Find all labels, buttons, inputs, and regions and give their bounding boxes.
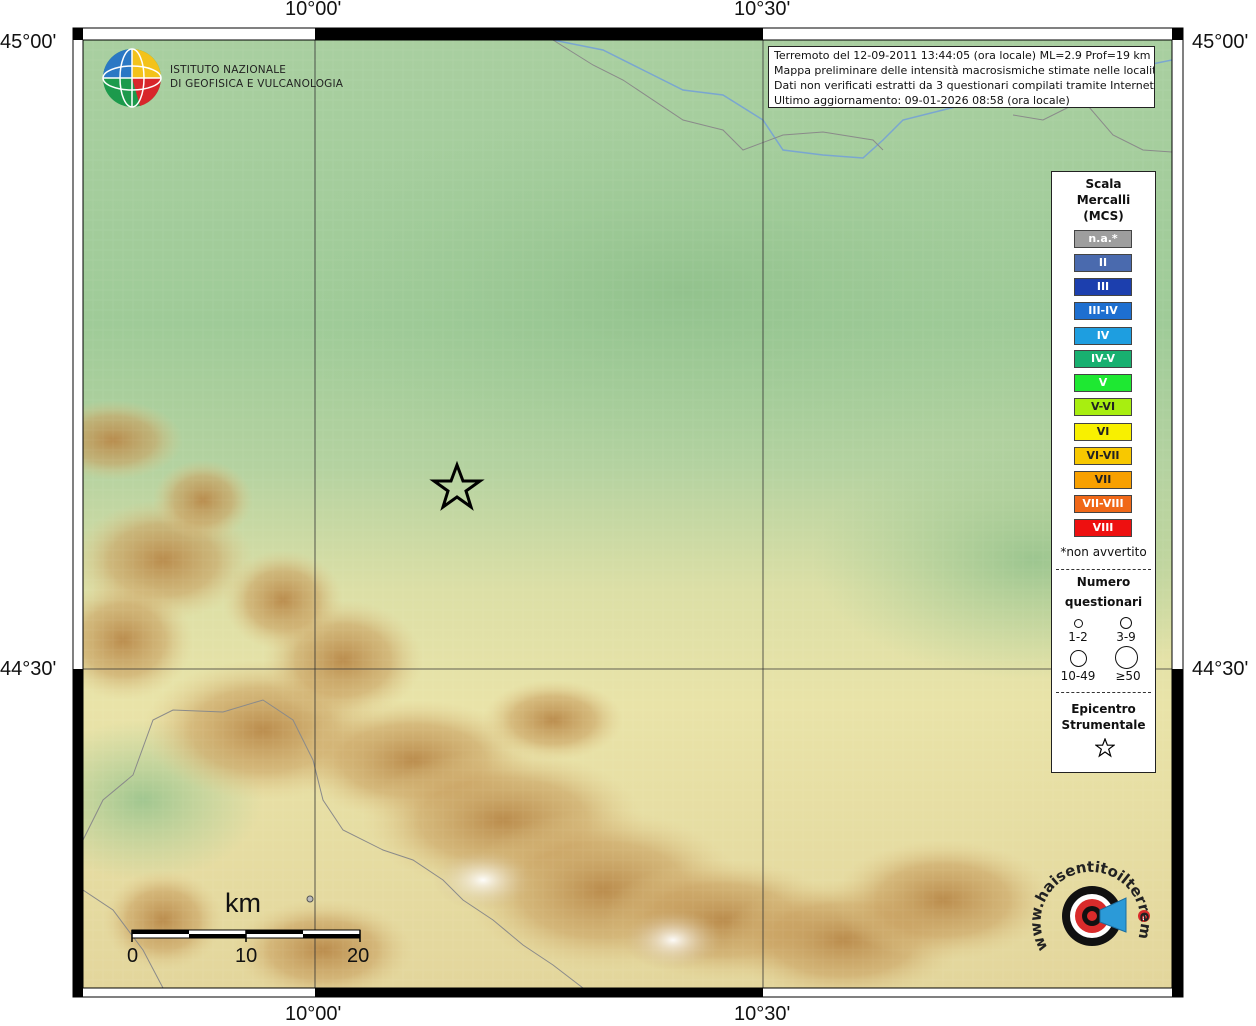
intensity-swatch-v: V <box>1074 374 1132 392</box>
count-label-50-plus: ≥50 <box>1115 669 1141 683</box>
legend-separator-2 <box>1056 692 1151 693</box>
map-canvas[interactable] <box>83 40 1172 988</box>
count-label-1-2: 1-2 <box>1068 630 1088 644</box>
lon-label-bottom-left: 10°00' <box>285 1003 342 1025</box>
lon-label-bottom-right: 10°30' <box>734 1003 791 1025</box>
intensity-swatch-viii: VIII <box>1074 519 1132 537</box>
info-line-description: Mappa preliminare delle intensità macros… <box>774 64 1154 77</box>
scalebar-unit: km <box>225 888 261 918</box>
intensity-swatch-na: n.a.* <box>1074 230 1132 248</box>
count-circle-xlarge <box>1115 646 1138 669</box>
target-megaphone-logo-icon: ? www.haisentitoilterremoto.it <box>1025 844 1155 954</box>
legend-scale-title-1: Scala <box>1085 177 1122 191</box>
count-circle-small <box>1074 619 1083 628</box>
intensity-swatch-iv-v: IV-V <box>1074 350 1132 368</box>
intensity-swatch-ii: II <box>1074 254 1132 272</box>
intensity-swatch-vi-vii: VI-VII <box>1074 447 1132 465</box>
legend-scale-title-2: Mercalli <box>1076 193 1131 207</box>
terrain-map <box>83 40 1172 988</box>
lon-label-top-left: 10°00' <box>285 0 342 20</box>
event-info-box: Terremoto del 12-09-2011 13:44:05 (ora l… <box>768 46 1155 108</box>
ingv-globe-logo-icon <box>102 48 162 108</box>
legend-scale-title-3: (MCS) <box>1083 209 1124 223</box>
logo-text-line2: DI GEOFISICA E VULCANOLOGIA <box>170 78 344 90</box>
lat-label-left-top: 45°00' <box>0 31 57 53</box>
info-line-event: Terremoto del 12-09-2011 13:44:05 (ora l… <box>774 49 1151 62</box>
count-circle-medium <box>1120 617 1132 629</box>
intensity-swatch-vi: VI <box>1074 423 1132 441</box>
legend-note-not-felt: *non avvertito <box>1060 545 1147 559</box>
scalebar-tick-0: 0 <box>127 945 139 967</box>
lat-label-left-mid: 44°30' <box>0 658 57 680</box>
legend-separator <box>1056 569 1151 570</box>
legend-epicenter-title-1: Epicentro <box>1071 702 1136 716</box>
scalebar <box>131 929 361 942</box>
count-label-3-9: 3-9 <box>1116 630 1136 644</box>
legend-count-title-2: questionari <box>1064 595 1143 609</box>
count-circle-large <box>1070 650 1087 667</box>
star-icon <box>1095 738 1115 758</box>
legend-count-title-1: Numero <box>1076 575 1131 589</box>
haisentito-logo[interactable]: ? www.haisentitoilterremoto.it <box>1025 844 1160 976</box>
lat-label-right-mid: 44°30' <box>1192 658 1249 680</box>
count-label-10-49: 10-49 <box>1060 669 1096 683</box>
intensity-swatch-iii: III <box>1074 278 1132 296</box>
intensity-swatch-iv: IV <box>1074 327 1132 345</box>
legend-epicenter-title-2: Strumentale <box>1061 718 1146 732</box>
lat-label-right-top: 45°00' <box>1192 31 1249 53</box>
lon-label-top-right: 10°30' <box>734 0 791 20</box>
logo-text-line1: ISTITUTO NAZIONALE <box>170 64 287 76</box>
scalebar-tick-10: 10 <box>235 945 258 967</box>
intensity-swatch-v-vi: V-VI <box>1074 398 1132 416</box>
scalebar-tick-20: 20 <box>347 945 370 967</box>
locality-point[interactable] <box>306 895 314 903</box>
info-line-data-source: Dati non verificati estratti da 3 questi… <box>774 79 1154 92</box>
intensity-swatch-iii-iv: III-IV <box>1074 302 1132 320</box>
intensity-swatch-vii: VII <box>1074 471 1132 489</box>
intensity-swatch-vii-viii: VII-VIII <box>1074 495 1132 513</box>
legend-panel: Scala Mercalli (MCS) n.a.* II III III-IV… <box>1051 171 1156 773</box>
info-line-updated: Ultimo aggiornamento: 09-01-2026 08:58 (… <box>774 94 1070 107</box>
ingv-logo <box>100 46 164 110</box>
